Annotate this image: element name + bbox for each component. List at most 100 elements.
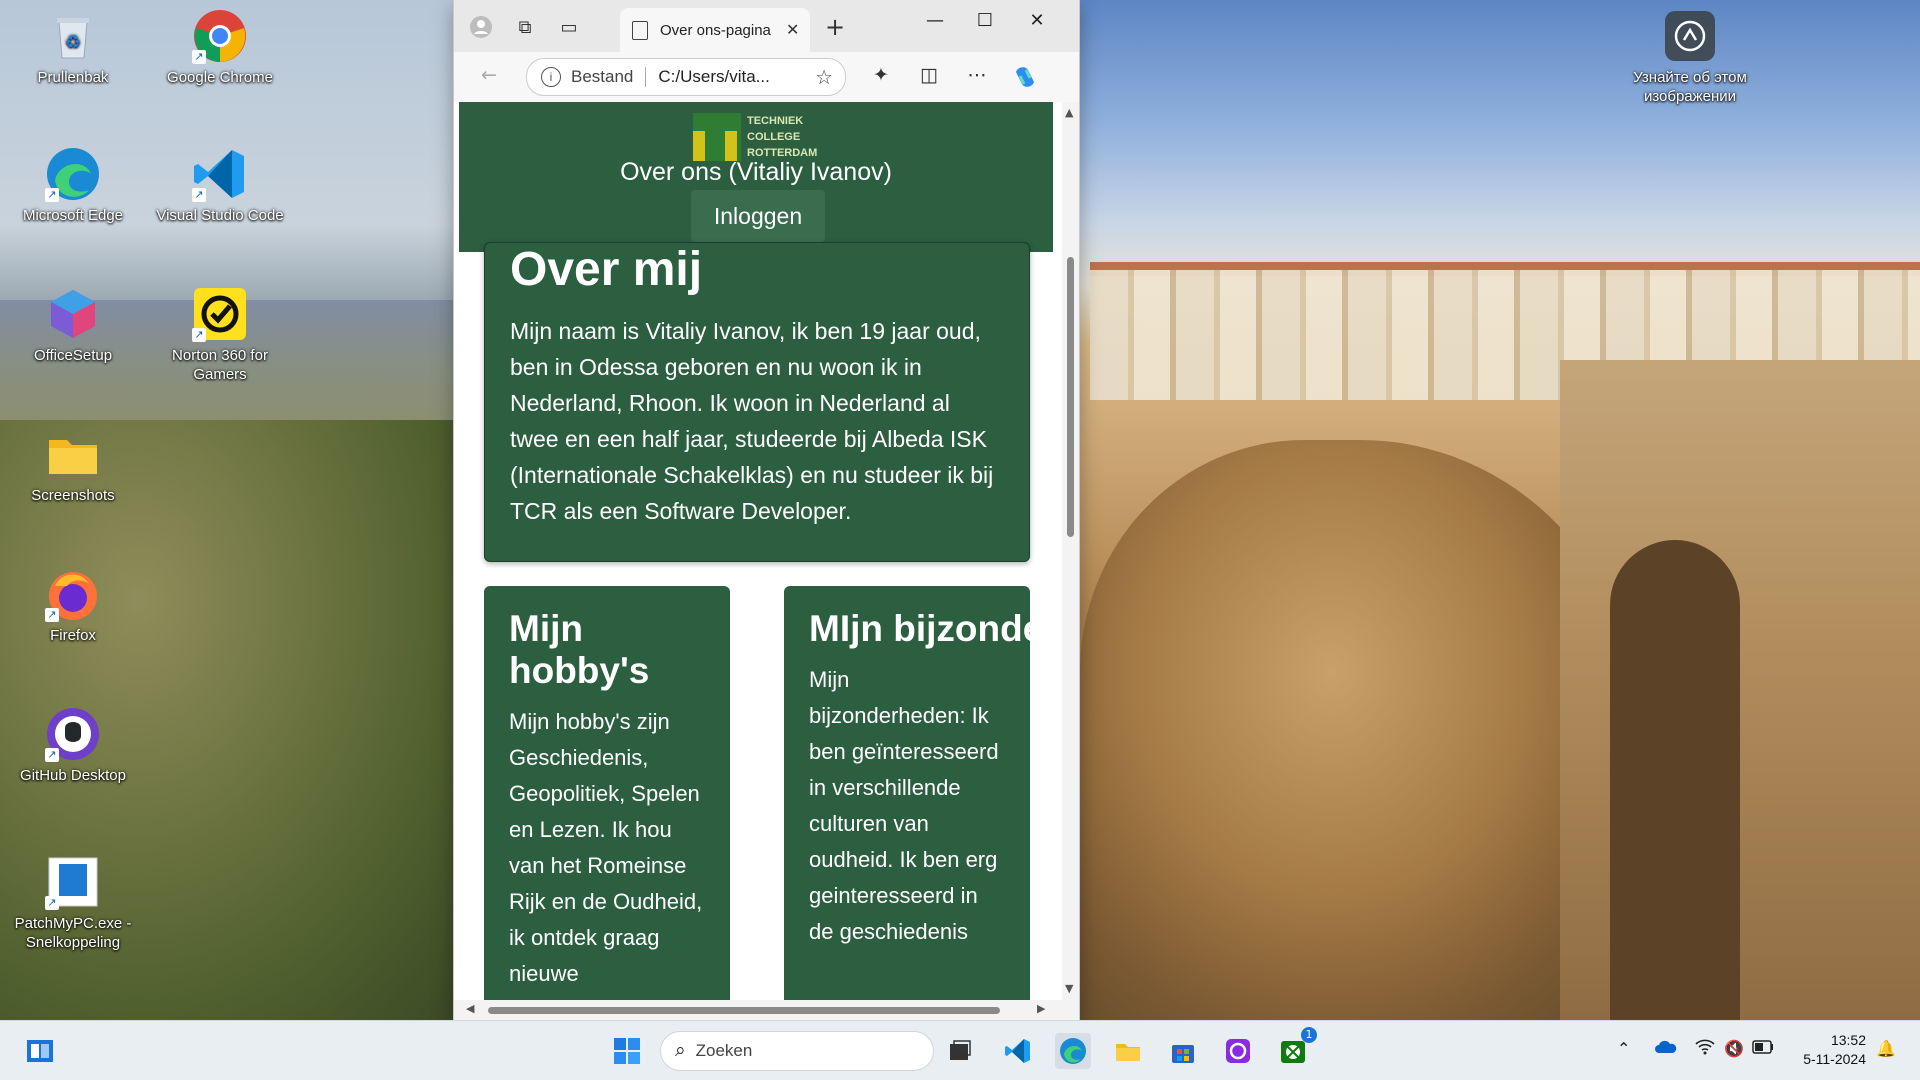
tab-title: Over ons-pagina — [660, 21, 771, 39]
maximize-icon[interactable]: ☐ — [962, 10, 1008, 31]
desktop-icon-label: Google Chrome — [167, 69, 273, 86]
firefox-icon: ↗ — [45, 566, 101, 622]
vscode-icon: ↗ — [192, 146, 248, 202]
clock-date: 5-11-2024 — [1803, 1051, 1866, 1067]
folder-icon — [45, 426, 101, 482]
desktop-icon-recycle-bin[interactable]: ♻ Prullenbak — [9, 8, 137, 87]
logo-line: COLLEGE — [747, 131, 801, 143]
task-view-icon[interactable] — [942, 1033, 978, 1069]
battery-icon[interactable] — [1752, 1039, 1774, 1058]
taskbar-search[interactable]: ⌕ Zoeken — [660, 1031, 934, 1071]
desktop-icon-label: Узнайте об этом изображении — [1633, 69, 1747, 105]
patchmypc-icon: ↗ — [45, 854, 101, 910]
desktop-icon-spotlight[interactable]: Узнайте об этом изображении — [1618, 8, 1762, 106]
file-explorer-icon[interactable] — [1110, 1033, 1146, 1069]
browser-window: ⧉ ▭ Over ons-pagina ✕ + — ☐ ✕ ← i Bestan… — [454, 0, 1079, 1020]
horizontal-scrollbar[interactable]: ◀ ▶ — [454, 1000, 1062, 1020]
chrome-icon: ↗ — [192, 8, 248, 64]
horizontal-scroll-thumb[interactable] — [488, 1007, 1000, 1014]
hobby-text: Mijn hobby's zijn Geschiedenis, Geopolit… — [509, 709, 703, 986]
notifications-icon[interactable]: 🔔 — [1876, 1039, 1896, 1058]
desktop-icon-label: Firefox — [50, 627, 96, 644]
office-icon — [45, 286, 101, 342]
tab-over-ons[interactable]: Over ons-pagina ✕ — [620, 8, 810, 52]
norton-icon: ↗ — [192, 286, 248, 342]
desktop-icon-label: Screenshots — [31, 487, 115, 504]
vscode-taskbar-icon[interactable] — [1000, 1033, 1036, 1069]
bijzonderheden-text: Mijn bijzonderheden: Ik ben geïnteressee… — [809, 667, 999, 944]
taskbar: ⌕ Zoeken 1 ⌃ 🔇 13:52 5-11-2024 🔔 — [0, 1020, 1920, 1080]
scroll-right-icon[interactable]: ▶ — [1037, 1002, 1045, 1015]
desktop-icon-chrome[interactable]: ↗ Google Chrome — [156, 8, 284, 87]
desktop-icon-patchmypc[interactable]: ↗ PatchMyPC.exe - Snelkoppeling — [9, 854, 137, 952]
address-url[interactable]: C:/Users/vita... — [658, 67, 815, 87]
page-viewport: TECHNIEK COLLEGE ROTTERDAM Over ons (Vit… — [454, 102, 1062, 1000]
login-button[interactable]: Inloggen — [691, 190, 825, 242]
page-icon — [632, 20, 648, 40]
desktop-icon-label: OfficeSetup — [33, 347, 113, 364]
desktop-icon-label: Microsoft Edge — [22, 207, 124, 224]
desktop-icon-firefox[interactable]: ↗ Firefox — [9, 566, 137, 645]
address-bar[interactable]: i Bestand C:/Users/vita... ☆ — [526, 58, 846, 96]
close-tab-icon[interactable]: ✕ — [786, 20, 799, 40]
address-scheme-label: Bestand — [571, 67, 634, 86]
notification-badge: 1 — [1301, 1027, 1317, 1043]
info-icon[interactable]: i — [541, 67, 561, 87]
split-screen-icon[interactable]: ◫ — [914, 64, 944, 86]
collections-icon[interactable]: ⧉ — [510, 12, 540, 42]
store-icon[interactable] — [1165, 1033, 1201, 1069]
scroll-up-icon[interactable]: ▲ — [1065, 106, 1073, 119]
desktop-icon-screenshots[interactable]: Screenshots — [9, 426, 137, 505]
start-icon[interactable] — [609, 1033, 645, 1069]
scroll-left-icon[interactable]: ◀ — [466, 1002, 474, 1015]
photos-app-icon[interactable] — [1220, 1033, 1256, 1069]
about-card: Over mij Mijn naam is Vitaliy Ivanov, ik… — [484, 242, 1030, 562]
address-divider — [645, 67, 647, 87]
hobby-heading: Mijn hobby's — [509, 608, 650, 691]
nav-bar: ← i Bestand C:/Users/vita... ☆ ✦ ◫ ⋯ — [454, 52, 1079, 102]
search-placeholder: Zoeken — [695, 1041, 753, 1060]
desktop-icon-label: Visual Studio Code — [156, 207, 284, 224]
wallpaper-bridge-arch — [1610, 540, 1740, 1020]
about-text: Mijn naam is Vitaliy Ivanov, ik ben 19 j… — [510, 318, 994, 524]
desktop-icon-label: PatchMyPC.exe - Snelkoppeling — [14, 915, 132, 951]
bijzonderheden-heading: MIjn bijzonderheden — [809, 608, 1062, 649]
recycle-bin-icon: ♻ — [45, 8, 101, 64]
svg-text:♻: ♻ — [65, 32, 81, 52]
minimize-icon[interactable]: — — [912, 10, 958, 31]
vertical-tabs-icon[interactable]: ▭ — [554, 12, 584, 42]
back-icon[interactable]: ← — [474, 64, 504, 86]
desktop-icon-label: Norton 360 for Gamers — [172, 347, 268, 383]
extensions-icon[interactable]: ✦ — [866, 64, 896, 86]
page-title: Over ons (Vitaliy Ivanov) — [620, 158, 892, 186]
xbox-icon[interactable]: 1 — [1275, 1027, 1317, 1069]
onedrive-icon[interactable] — [1655, 1039, 1677, 1059]
more-options-icon[interactable]: ⋯ — [962, 64, 992, 86]
copilot-icon[interactable] — [1010, 64, 1040, 95]
volume-muted-icon[interactable]: 🔇 — [1724, 1039, 1744, 1058]
clock[interactable]: 13:52 5-11-2024 — [1790, 1031, 1866, 1069]
desktop-icon-norton[interactable]: ↗ Norton 360 for Gamers — [156, 286, 284, 384]
camera-icon — [1662, 8, 1718, 64]
clock-time: 13:52 — [1830, 1032, 1866, 1048]
show-hidden-icons-icon[interactable]: ⌃ — [1617, 1039, 1630, 1058]
scroll-down-icon[interactable]: ▼ — [1065, 982, 1073, 995]
desktop-icon-label: GitHub Desktop — [20, 767, 126, 784]
profile-icon[interactable] — [466, 12, 496, 42]
widgets-icon[interactable] — [22, 1033, 58, 1069]
vertical-scrollbar[interactable]: ▲ ▼ — [1062, 102, 1079, 1000]
edge-icon: ↗ — [45, 146, 101, 202]
edge-taskbar-icon[interactable] — [1055, 1033, 1091, 1069]
logo-line: TECHNIEK — [747, 115, 804, 127]
search-icon: ⌕ — [675, 1040, 686, 1061]
vertical-scroll-thumb[interactable] — [1067, 257, 1074, 537]
close-window-icon[interactable]: ✕ — [1014, 10, 1060, 31]
desktop-icon-vscode[interactable]: ↗ Visual Studio Code — [156, 146, 284, 225]
new-tab-icon[interactable]: + — [820, 12, 850, 42]
desktop-icon-edge[interactable]: ↗ Microsoft Edge — [9, 146, 137, 225]
wifi-icon[interactable] — [1695, 1039, 1715, 1059]
about-heading: Over mij — [510, 243, 703, 296]
desktop-icon-officesetup[interactable]: OfficeSetup — [9, 286, 137, 365]
desktop-icon-github-desktop[interactable]: ↗ GitHub Desktop — [9, 706, 137, 785]
favorite-star-icon[interactable]: ☆ — [815, 65, 833, 90]
